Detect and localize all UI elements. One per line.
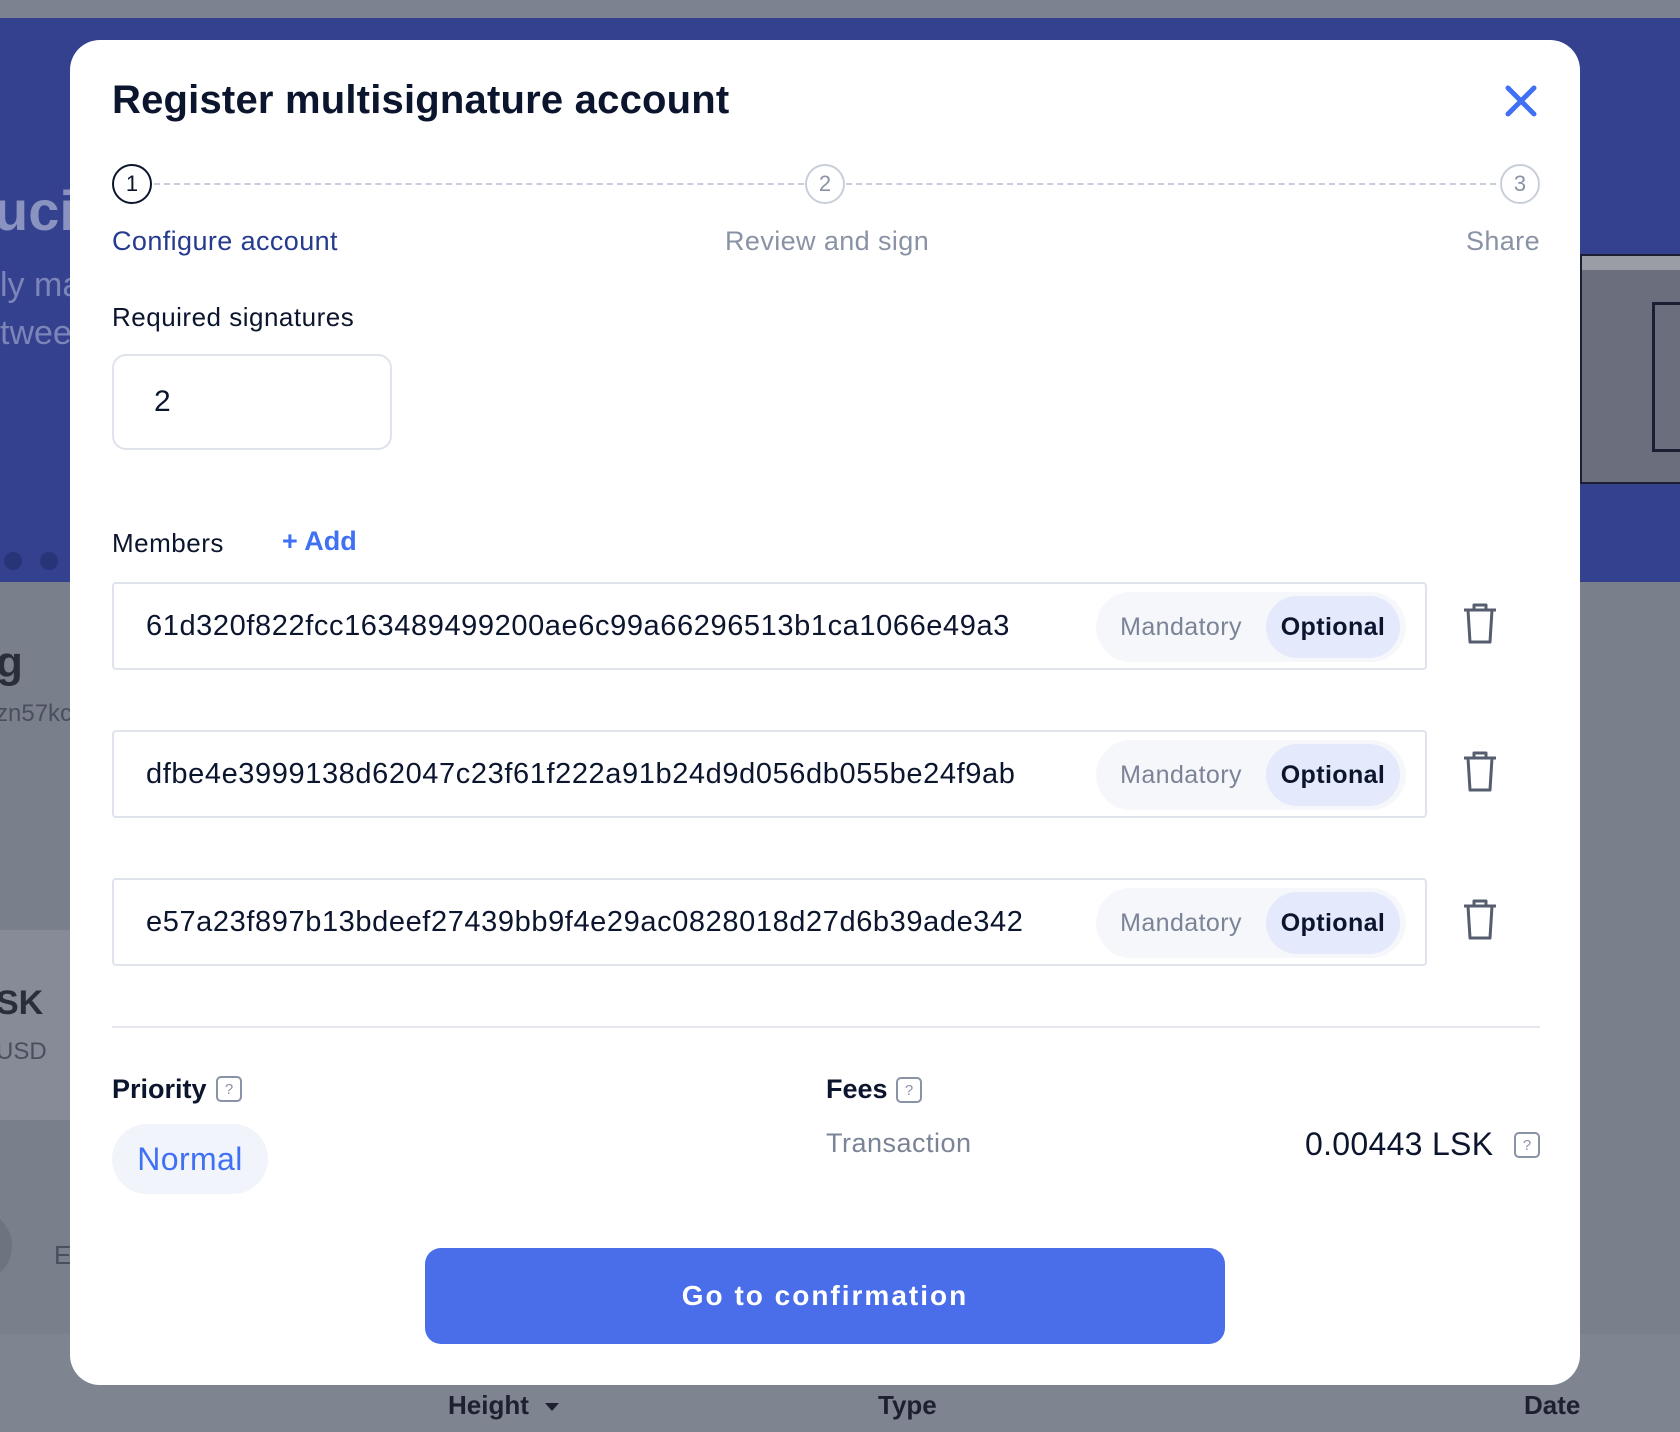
member-type-toggle: Mandatory Optional [1096,740,1406,810]
background-balance-usd: USD [0,1038,47,1065]
background-hero-line: twee [0,314,72,352]
section-divider [112,1026,1540,1028]
member-type-toggle: Mandatory Optional [1096,888,1406,958]
step-1-indicator: 1 [112,164,152,204]
member-public-key-input[interactable] [146,900,1046,944]
optional-option[interactable]: Optional [1266,596,1400,658]
required-signatures-label: Required signatures [112,302,355,332]
optional-option[interactable]: Optional [1266,892,1400,954]
step-3-indicator: 3 [1500,164,1540,204]
background-account-address: zn57kc [0,700,73,727]
mandatory-option[interactable]: Mandatory [1106,744,1256,806]
background-balance: SK [0,984,44,1022]
priority-normal-option[interactable]: Normal [112,1124,268,1194]
member-public-key-input[interactable] [146,752,1046,796]
member-row: Mandatory Optional [112,730,1427,818]
required-signatures-input[interactable] [112,354,392,450]
modal-title: Register multisignature account [112,78,730,122]
stepper-connector [846,183,1496,185]
caret-down-icon [545,1403,560,1412]
register-multisignature-modal: Register multisignature account 1 2 3 Co… [70,40,1580,1385]
member-row: Mandatory Optional [112,878,1427,966]
carousel-dot[interactable] [40,552,58,570]
delete-member-button[interactable] [1460,750,1500,794]
delete-member-button[interactable] [1460,898,1500,942]
trash-icon [1464,899,1496,940]
member-type-toggle: Mandatory Optional [1096,592,1406,662]
background-illustration [1580,254,1680,484]
help-icon[interactable]: ? [896,1077,922,1103]
table-header-date[interactable]: Date [1524,1390,1580,1421]
transaction-fee-value: 0.00443 LSK [1305,1126,1494,1162]
step-2-indicator: 2 [805,164,845,204]
background-top-strip [0,0,1680,18]
member-row: Mandatory Optional [112,582,1427,670]
background-tab: E [54,1240,72,1270]
transaction-fee-label: Transaction [826,1128,972,1158]
optional-option[interactable]: Optional [1266,744,1400,806]
background-account-name: g [0,638,23,687]
trash-icon [1464,751,1496,792]
table-header-height[interactable]: Height [448,1390,560,1421]
priority-label: Priority [112,1074,207,1104]
stepper-connector [154,183,804,185]
fees-label: Fees [826,1074,888,1104]
step-2-label: Review and sign [725,226,930,256]
member-public-key-input[interactable] [146,604,1046,648]
mandatory-option[interactable]: Mandatory [1106,892,1256,954]
close-icon [1505,85,1537,117]
members-label: Members [112,528,224,558]
table-header-type[interactable]: Type [878,1390,937,1421]
trash-icon [1464,603,1496,644]
progress-stepper: 1 2 3 Configure account Review and sign … [112,164,1540,264]
step-3-label: Share [1465,226,1540,256]
table-header-height-label: Height [448,1390,529,1420]
close-button[interactable] [1498,78,1544,124]
help-icon[interactable]: ? [216,1076,242,1102]
go-to-confirmation-button[interactable]: Go to confirmation [425,1248,1225,1344]
add-member-button[interactable]: + Add [282,526,357,557]
carousel-dot[interactable] [4,552,22,570]
mandatory-option[interactable]: Mandatory [1106,596,1256,658]
step-1-label: Configure account [112,226,338,256]
help-icon[interactable]: ? [1514,1132,1540,1158]
delete-member-button[interactable] [1460,602,1500,646]
